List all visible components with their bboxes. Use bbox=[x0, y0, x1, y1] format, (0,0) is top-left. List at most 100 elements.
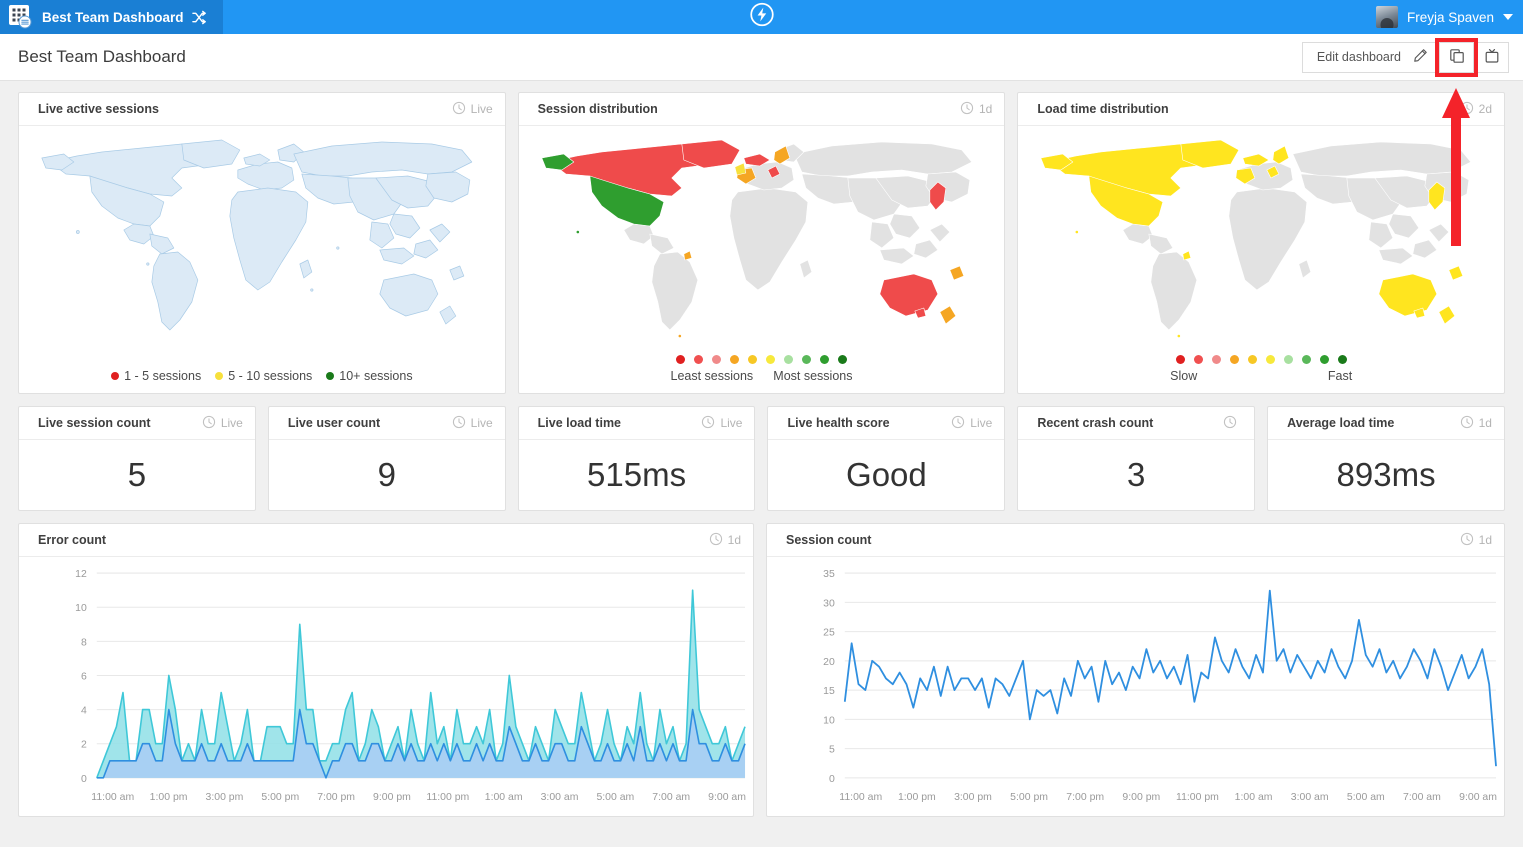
header-actions: Edit dashboard bbox=[1301, 37, 1509, 77]
card-title: Live session count bbox=[38, 416, 151, 430]
legend-label: 10+ sessions bbox=[339, 369, 413, 383]
x-tick-label: 9:00 pm bbox=[373, 791, 411, 803]
card-error-count: Error count 1d 0 2 4 6 8 10 12 11:00 am 1:00 pm 3… bbox=[18, 523, 754, 817]
card-timeframe[interactable]: Live bbox=[701, 415, 742, 432]
card-timeframe[interactable] bbox=[1223, 415, 1242, 432]
card-timeframe[interactable]: 1d bbox=[709, 532, 741, 549]
user-menu[interactable]: Freyja Spaven bbox=[1375, 6, 1513, 28]
chevron-down-icon[interactable] bbox=[1503, 14, 1513, 20]
stat-value: 3 bbox=[1127, 456, 1146, 493]
y-tick-label: 10 bbox=[823, 714, 835, 726]
card-session-count: Session count 1d 0 5 10 15 20 25 30 35 11:00 am 1… bbox=[766, 523, 1505, 817]
y-tick-label: 30 bbox=[823, 597, 835, 609]
top-bar: Best Team Dashboard Freyja Spaven bbox=[0, 0, 1523, 34]
card-timeframe-label: Live bbox=[470, 102, 493, 116]
scale-dot bbox=[712, 355, 721, 364]
session-count-chart[interactable]: 0 5 10 15 20 25 30 35 11:00 am 1:00 pm 3:00 pm 5:00… bbox=[767, 557, 1504, 816]
card-header: Live load time Live bbox=[518, 407, 755, 440]
center-logo[interactable] bbox=[749, 2, 774, 32]
y-tick-label: 15 bbox=[823, 685, 835, 697]
x-tick-label: 7:00 pm bbox=[1066, 791, 1104, 803]
tv-presentation-icon bbox=[1484, 48, 1500, 67]
card-body: 515ms bbox=[519, 440, 755, 510]
legend-label: 1 - 5 sessions bbox=[124, 369, 202, 383]
scale-dot bbox=[1229, 355, 1239, 364]
edit-dashboard-label: Edit dashboard bbox=[1316, 50, 1401, 64]
scale-dot bbox=[676, 355, 685, 364]
scale-dot bbox=[820, 355, 829, 364]
map-legend: 1 - 5 sessions 5 - 10 sessions 10+ sessi… bbox=[19, 369, 505, 383]
y-tick-label: 8 bbox=[81, 636, 87, 648]
card-timeframe[interactable]: 1d bbox=[1460, 532, 1492, 549]
card-timeframe-label: 1d bbox=[727, 533, 741, 547]
card-header: Live user count Live bbox=[268, 407, 505, 440]
card-timeframe[interactable]: Live bbox=[202, 415, 243, 432]
world-map-plain[interactable]: 1 - 5 sessions 5 - 10 sessions 10+ sessi… bbox=[19, 126, 505, 393]
x-tick-label: 5:00 pm bbox=[1010, 791, 1048, 803]
card-timeframe[interactable]: 1d bbox=[1460, 415, 1492, 432]
x-tick-label: 9:00 pm bbox=[1122, 791, 1160, 803]
card-body: Least sessions Most sessions bbox=[519, 126, 1005, 393]
legend-item: 5 - 10 sessions bbox=[215, 369, 312, 383]
stats-row: Live session count Live 5 Live user count Li… bbox=[18, 406, 1505, 511]
card-timeframe[interactable]: Live bbox=[951, 415, 992, 432]
card-header: Error count 1d bbox=[19, 524, 753, 557]
x-tick-label: 1:00 pm bbox=[898, 791, 936, 803]
x-tick-label: 11:00 am bbox=[839, 791, 882, 803]
y-tick-label: 0 bbox=[81, 773, 87, 785]
x-tick-label: 7:00 am bbox=[652, 791, 690, 803]
clock-icon bbox=[960, 101, 974, 118]
scale-dot bbox=[1193, 355, 1203, 364]
world-map-svg bbox=[541, 139, 972, 338]
y-tick-label: 25 bbox=[823, 627, 835, 639]
edit-dashboard-button[interactable]: Edit dashboard bbox=[1301, 41, 1439, 73]
card-timeframe[interactable]: Live bbox=[452, 415, 493, 432]
y-tick-label: 0 bbox=[829, 773, 835, 785]
card-timeframe[interactable]: Live bbox=[452, 101, 493, 118]
scale-dot bbox=[766, 355, 775, 364]
card-timeframe[interactable]: 1d bbox=[960, 101, 992, 118]
scale-low-label: Least sessions bbox=[670, 369, 754, 383]
card-timeframe[interactable]: 2d bbox=[1460, 101, 1492, 118]
shuffle-icon[interactable] bbox=[191, 10, 207, 25]
x-tick-label: 9:00 am bbox=[708, 791, 746, 803]
error-count-chart[interactable]: 0 2 4 6 8 10 12 11:00 am 1:00 pm 3:00 pm 5:00 pm 7:… bbox=[19, 557, 753, 816]
x-tick-label: 7:00 am bbox=[1403, 791, 1441, 803]
action-button-group: Edit dashboard bbox=[1301, 37, 1509, 77]
x-tick-label: 3:00 am bbox=[541, 791, 579, 803]
app-tab[interactable]: Best Team Dashboard bbox=[0, 0, 223, 34]
stat-card: Live session count Live 5 bbox=[18, 406, 256, 511]
y-tick-label: 10 bbox=[75, 602, 87, 614]
duplicate-dashboard-button[interactable] bbox=[1435, 37, 1478, 77]
x-tick-label: 1:00 pm bbox=[150, 791, 188, 803]
card-title: Session count bbox=[786, 533, 872, 547]
card-title: Average load time bbox=[1287, 416, 1395, 430]
stat-card: Live load time Live 515ms bbox=[517, 406, 756, 511]
clock-icon bbox=[452, 415, 466, 432]
x-tick-label: 5:00 am bbox=[1347, 791, 1385, 803]
card-load-time-distribution: Load time distribution 2d Slow Fast bbox=[1017, 92, 1506, 394]
scale-dot bbox=[1319, 355, 1329, 364]
presentation-mode-button[interactable] bbox=[1474, 41, 1509, 73]
scale-dot bbox=[730, 355, 739, 364]
card-timeframe-label: 2d bbox=[1478, 102, 1493, 116]
card-live-active-sessions: Live active sessions Live 1 - 5 sessions… bbox=[18, 92, 506, 394]
y-tick-label: 2 bbox=[81, 739, 87, 751]
card-timeframe-label: 1d bbox=[1478, 416, 1492, 430]
grid-apps-icon[interactable] bbox=[8, 4, 34, 30]
stat-card: Recent crash count 3 bbox=[1017, 406, 1256, 511]
world-map-loadtime[interactable]: Slow Fast bbox=[1018, 126, 1504, 393]
map-legend-gradient: Least sessions Most sessions bbox=[519, 355, 1005, 383]
card-body: Good bbox=[768, 440, 1004, 510]
area-fill bbox=[96, 590, 746, 778]
card-header: Session count 1d bbox=[767, 524, 1504, 557]
world-map-svg bbox=[1040, 139, 1472, 338]
card-header: Recent crash count bbox=[1018, 407, 1255, 440]
legend-dot-red bbox=[111, 372, 120, 380]
card-title: Recent crash count bbox=[1037, 416, 1154, 430]
y-tick-label: 5 bbox=[829, 744, 835, 756]
world-map-sessions[interactable]: Least sessions Most sessions bbox=[519, 126, 1005, 393]
card-header: Average load time 1d bbox=[1268, 407, 1504, 440]
card-body: 3 bbox=[1018, 440, 1254, 510]
y-tick-label: 35 bbox=[823, 568, 835, 580]
